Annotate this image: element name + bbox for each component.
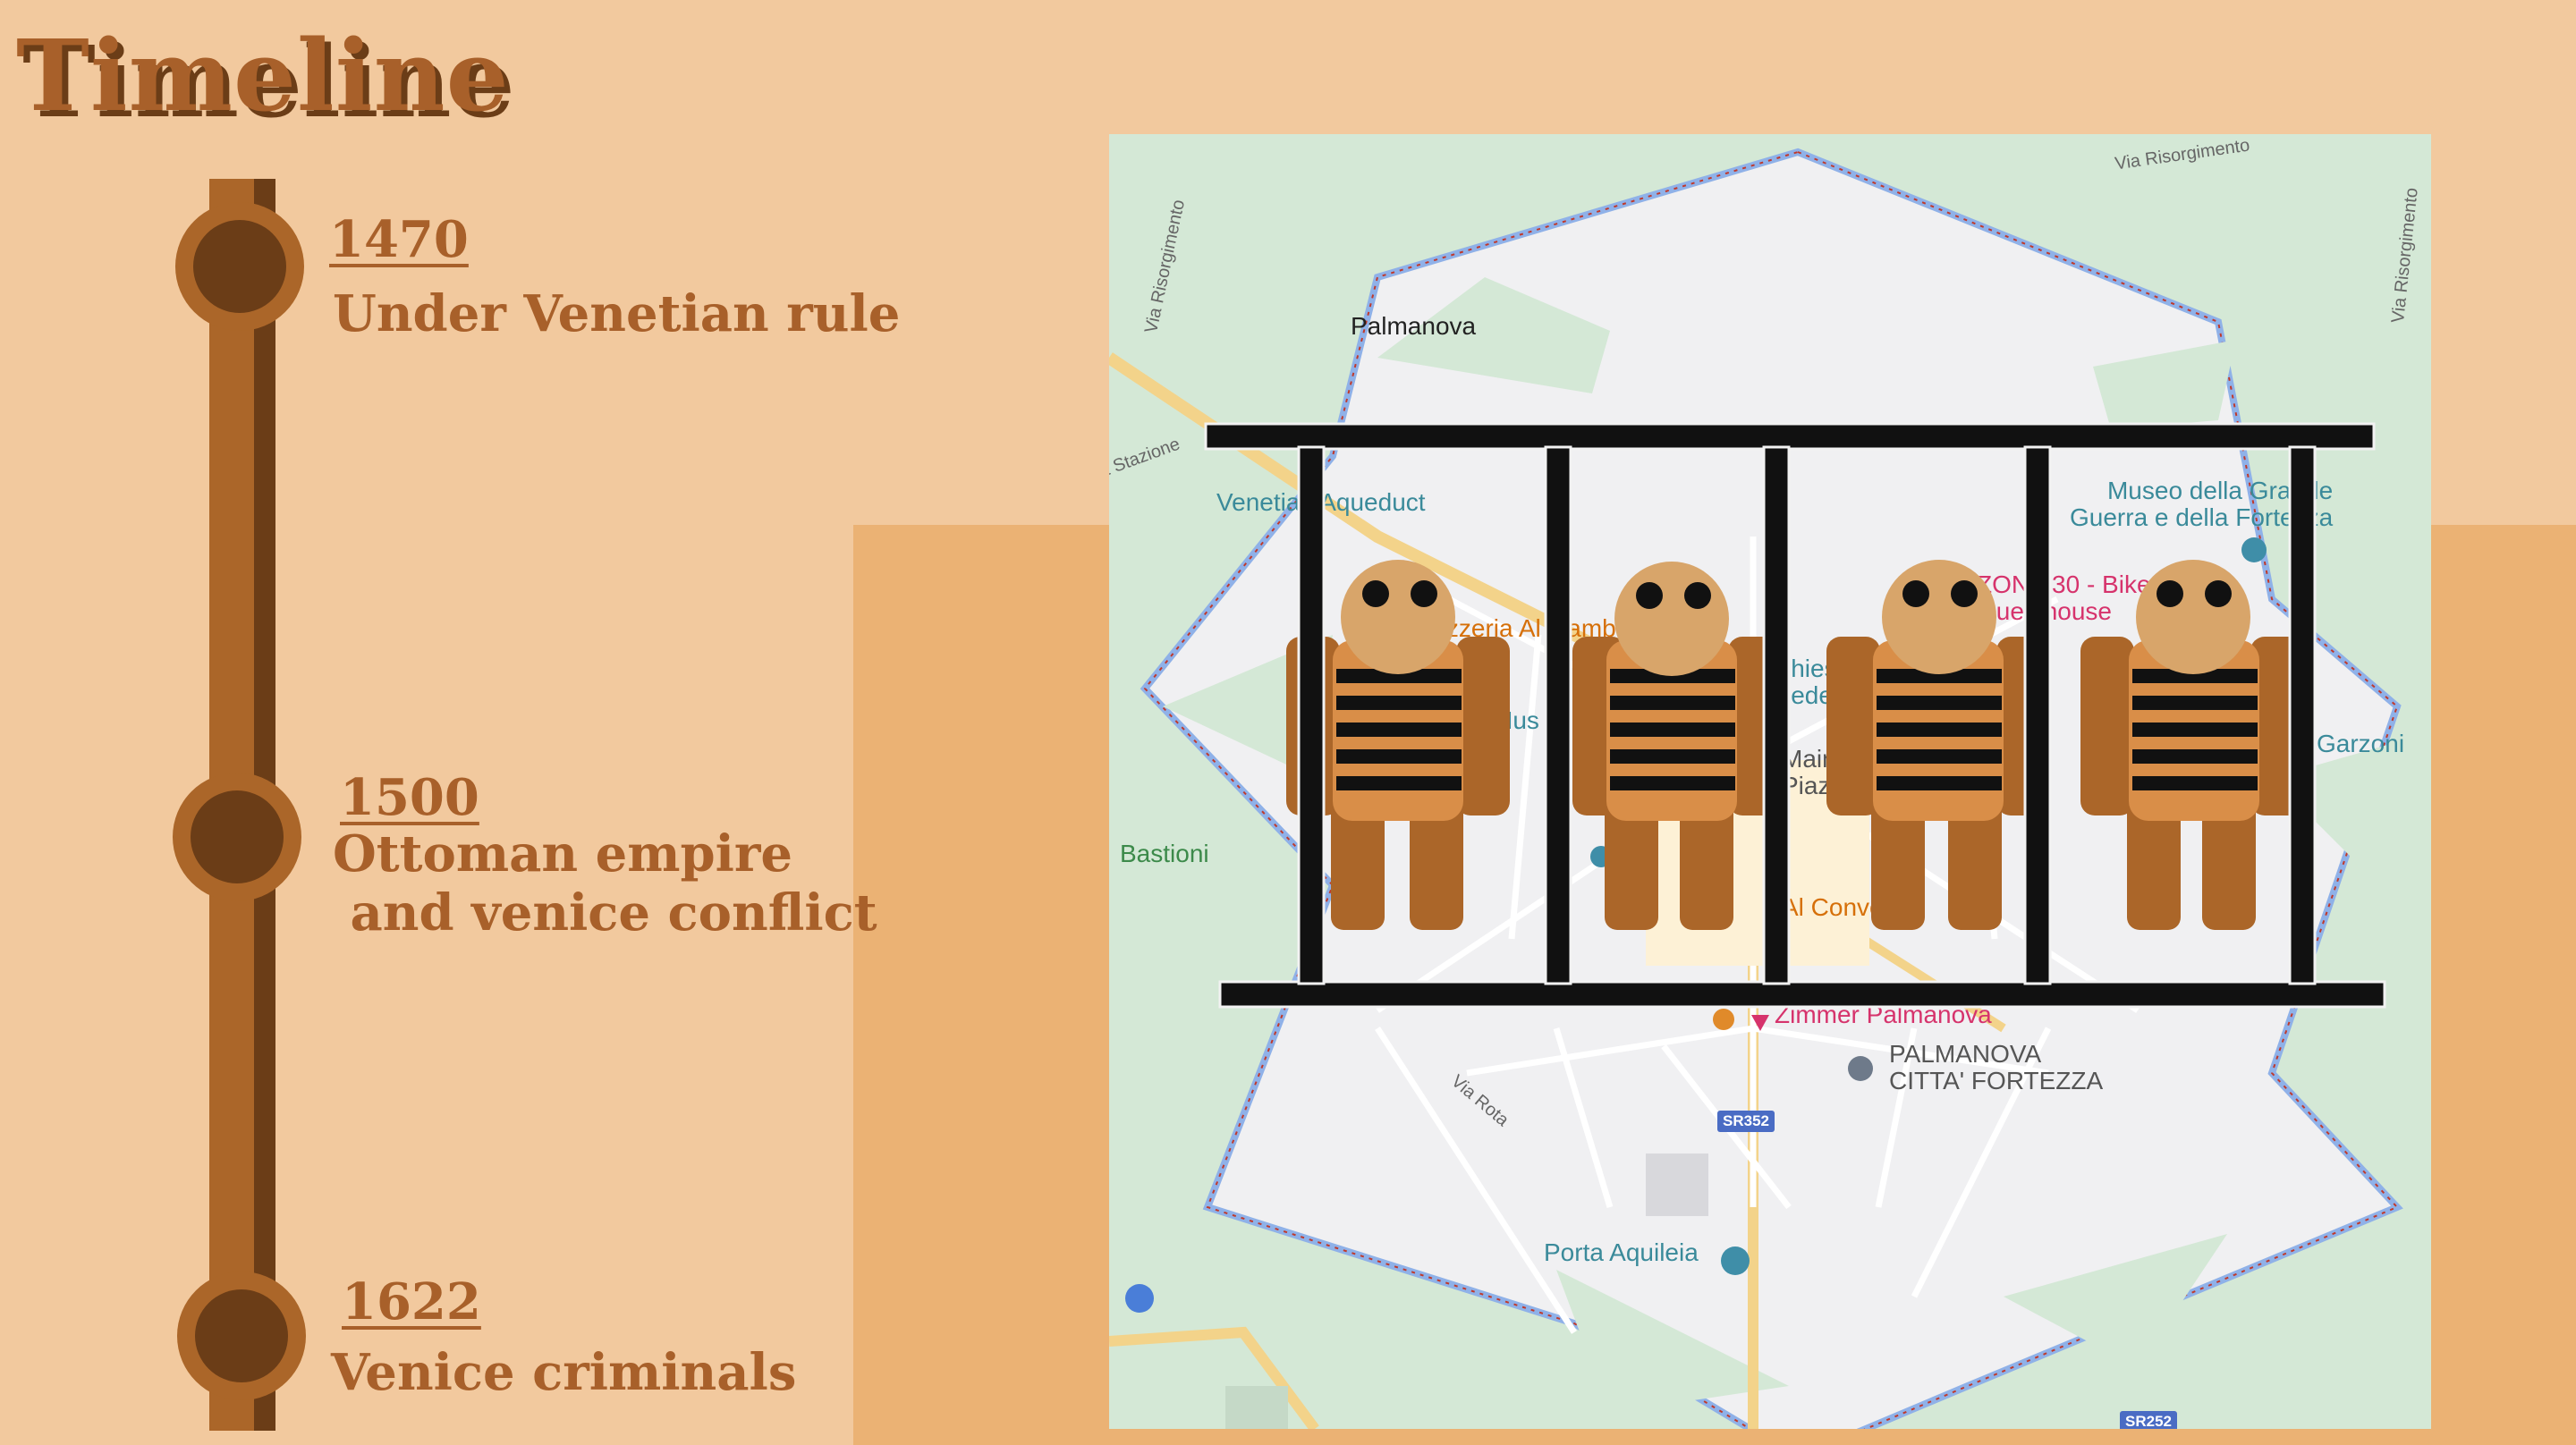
prisoner-figure xyxy=(1826,560,2050,930)
prisoners-illustration xyxy=(1204,422,2386,1009)
prisoner-figure xyxy=(1572,562,1782,930)
prisoner-figure xyxy=(2080,560,2304,930)
